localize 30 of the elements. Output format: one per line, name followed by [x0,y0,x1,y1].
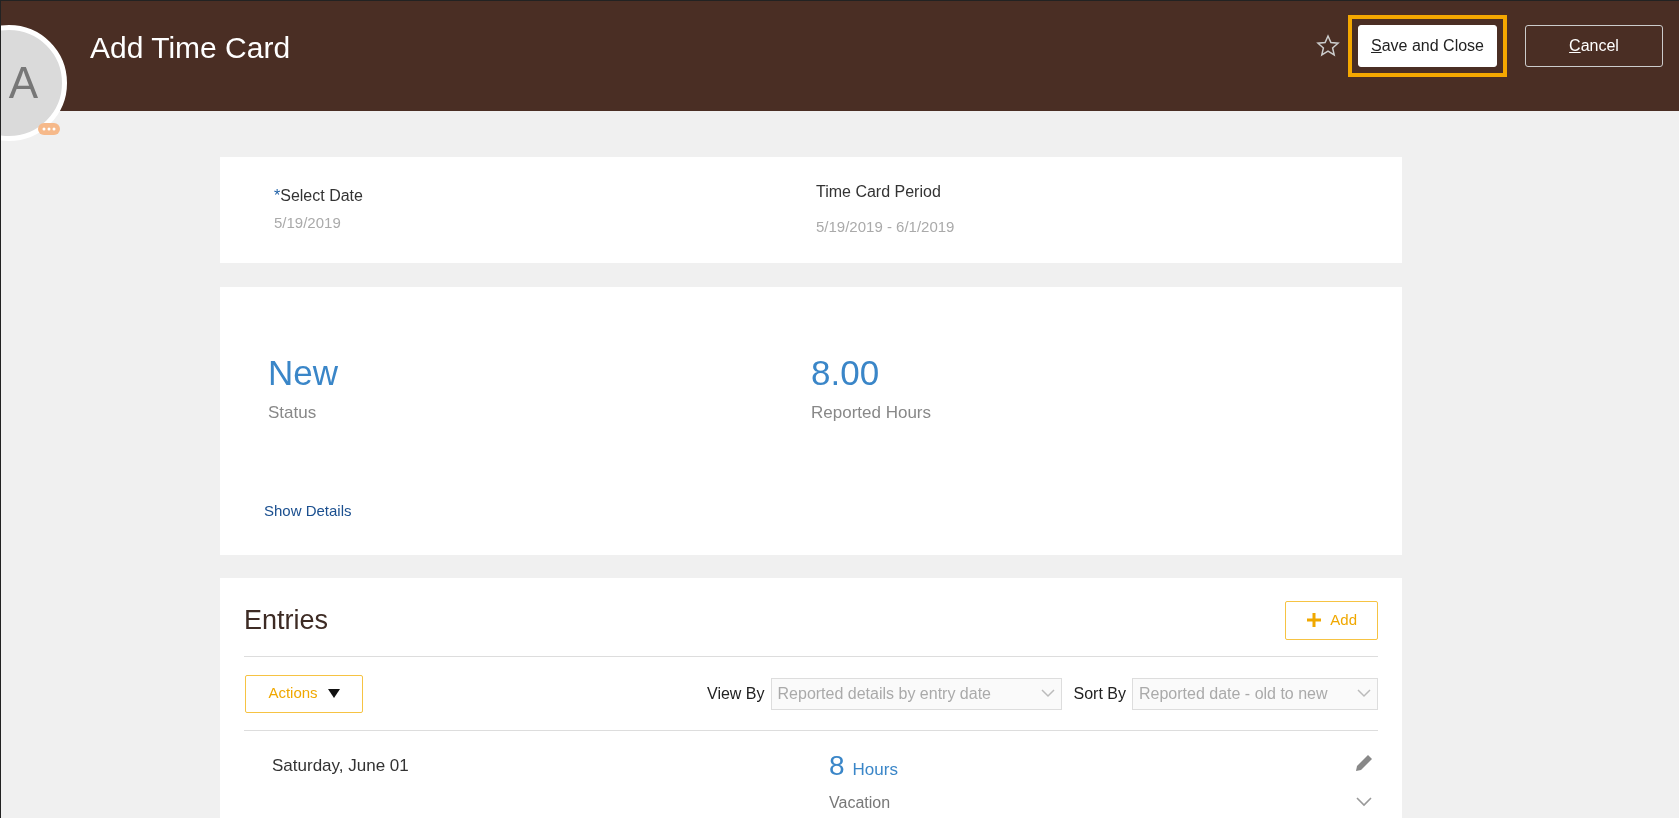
metric-caption: Reported Hours [811,401,931,424]
field-label: *Select Date [274,186,364,206]
metric-value: New [268,352,340,394]
chevron-down-icon[interactable] [1356,796,1372,807]
entry-date: Saturday, June 01 [271,754,410,777]
chevron-down-icon [1040,689,1055,698]
save-and-close-button[interactable]: Save and Close [1358,25,1497,67]
cancel-button[interactable]: Cancel [1525,25,1663,67]
actions-button[interactable]: Actions [245,674,363,713]
metric-value: 8.00 [811,352,881,394]
hours-value: 8 [829,748,845,783]
page-title: Add Time Card [90,30,292,66]
metric-caption: Status [268,401,318,424]
filter-select[interactable]: Reported date - old to new [1132,677,1378,710]
field-value: 5/19/2019 - 6/1/2019 [816,217,955,237]
filter-label: Sort By [1073,683,1126,704]
hours-unit: Hours [852,758,898,781]
pencil-icon[interactable] [1354,752,1374,773]
field-label: Time Card Period [816,182,942,202]
entry-type: Vacation [829,792,892,813]
plus-icon [1306,612,1323,629]
field-value: 5/19/2019 [274,213,342,233]
show-details-link[interactable]: Show Details [264,502,352,519]
filter-select[interactable]: Reported details by entry date [770,677,1062,710]
filter-label: View By [707,683,765,704]
chevron-down-icon [1357,689,1371,698]
caret-icon [327,689,340,698]
section-title: Entries [244,604,329,637]
add-button[interactable]: Add [1285,601,1378,640]
star-icon[interactable] [1316,34,1341,58]
